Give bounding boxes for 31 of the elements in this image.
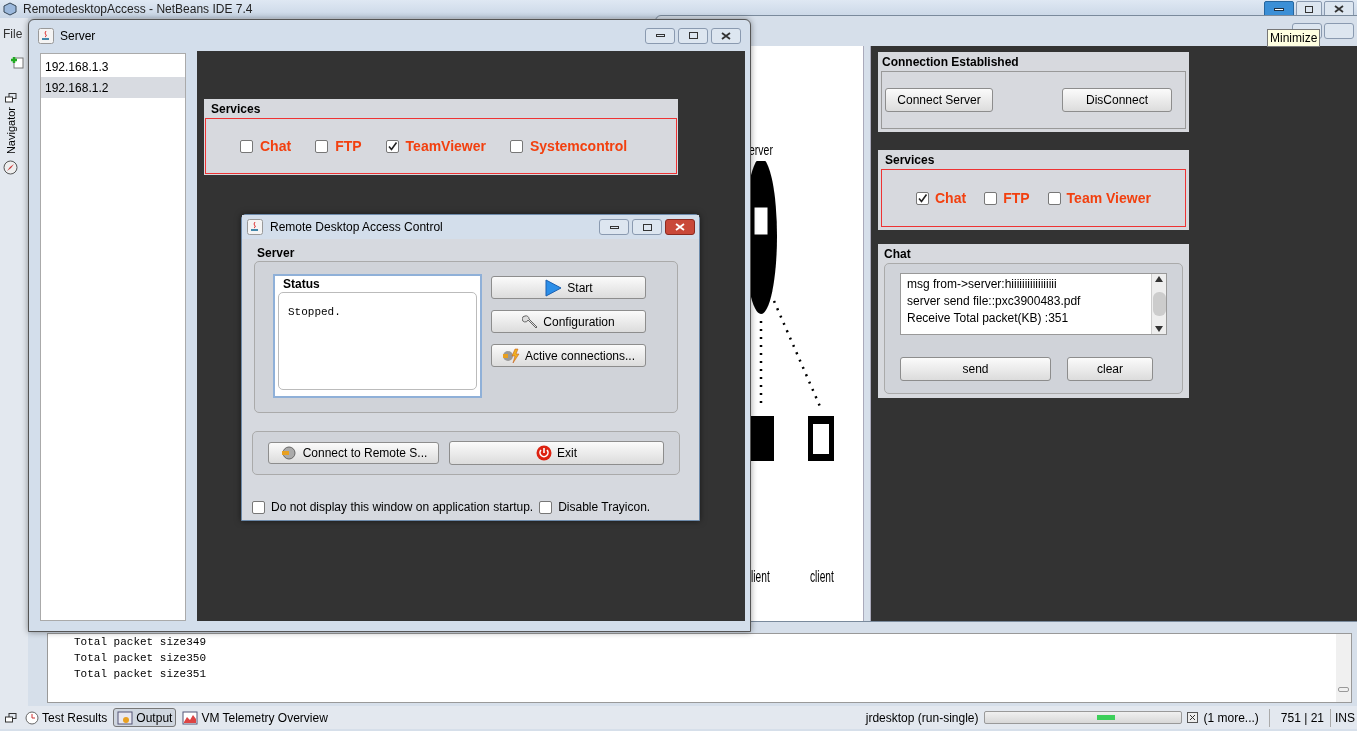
- chat-message: Receive Total packet(KB) :351: [907, 310, 1070, 327]
- option-label: Disable Trayicon.: [558, 499, 651, 516]
- window-title: RemotedesktopAccess - NetBeans IDE 7.4: [23, 1, 253, 18]
- section-title: Server: [257, 246, 296, 260]
- caret-position: 751 | 21: [1268, 708, 1330, 727]
- panel-title: Connection Established: [882, 54, 1020, 71]
- window-title: Server: [60, 27, 96, 45]
- output-line: Total packet size350: [74, 651, 208, 666]
- service-label: TeamViewer: [405, 136, 486, 156]
- panel-title: Services: [885, 152, 936, 169]
- window-title: Remote Desktop Access Control: [270, 219, 443, 236]
- output-line: Total packet size349: [74, 635, 208, 650]
- output-line: Total packet size351: [74, 667, 208, 682]
- service-label: FTP: [335, 136, 362, 156]
- panel-title: Services: [211, 101, 262, 118]
- status-text: Stopped.: [288, 306, 341, 318]
- service-label: Systemcontrol: [530, 136, 628, 156]
- tooltip: Minimize: [1267, 29, 1321, 47]
- chat-message: msg from->server:hiiiiiiiiiiiiiiiii: [907, 276, 1058, 293]
- diagram-label: client: [810, 566, 834, 588]
- panel-title: Chat: [884, 246, 912, 263]
- task-label: jrdesktop (run-single): [865, 709, 979, 727]
- status-title: Status: [283, 276, 321, 292]
- diagram-label: lient: [751, 566, 770, 588]
- service-label: FTP: [1003, 188, 1030, 208]
- service-label: Chat: [260, 136, 292, 156]
- insert-mode: INS: [1330, 708, 1357, 727]
- service-label: Chat: [935, 188, 967, 208]
- chat-message: server send file::pxc3900483.pdf: [907, 293, 1082, 310]
- option-label: Do not display this window on application startup.: [271, 499, 534, 516]
- service-label: Team Viewer: [1066, 188, 1151, 208]
